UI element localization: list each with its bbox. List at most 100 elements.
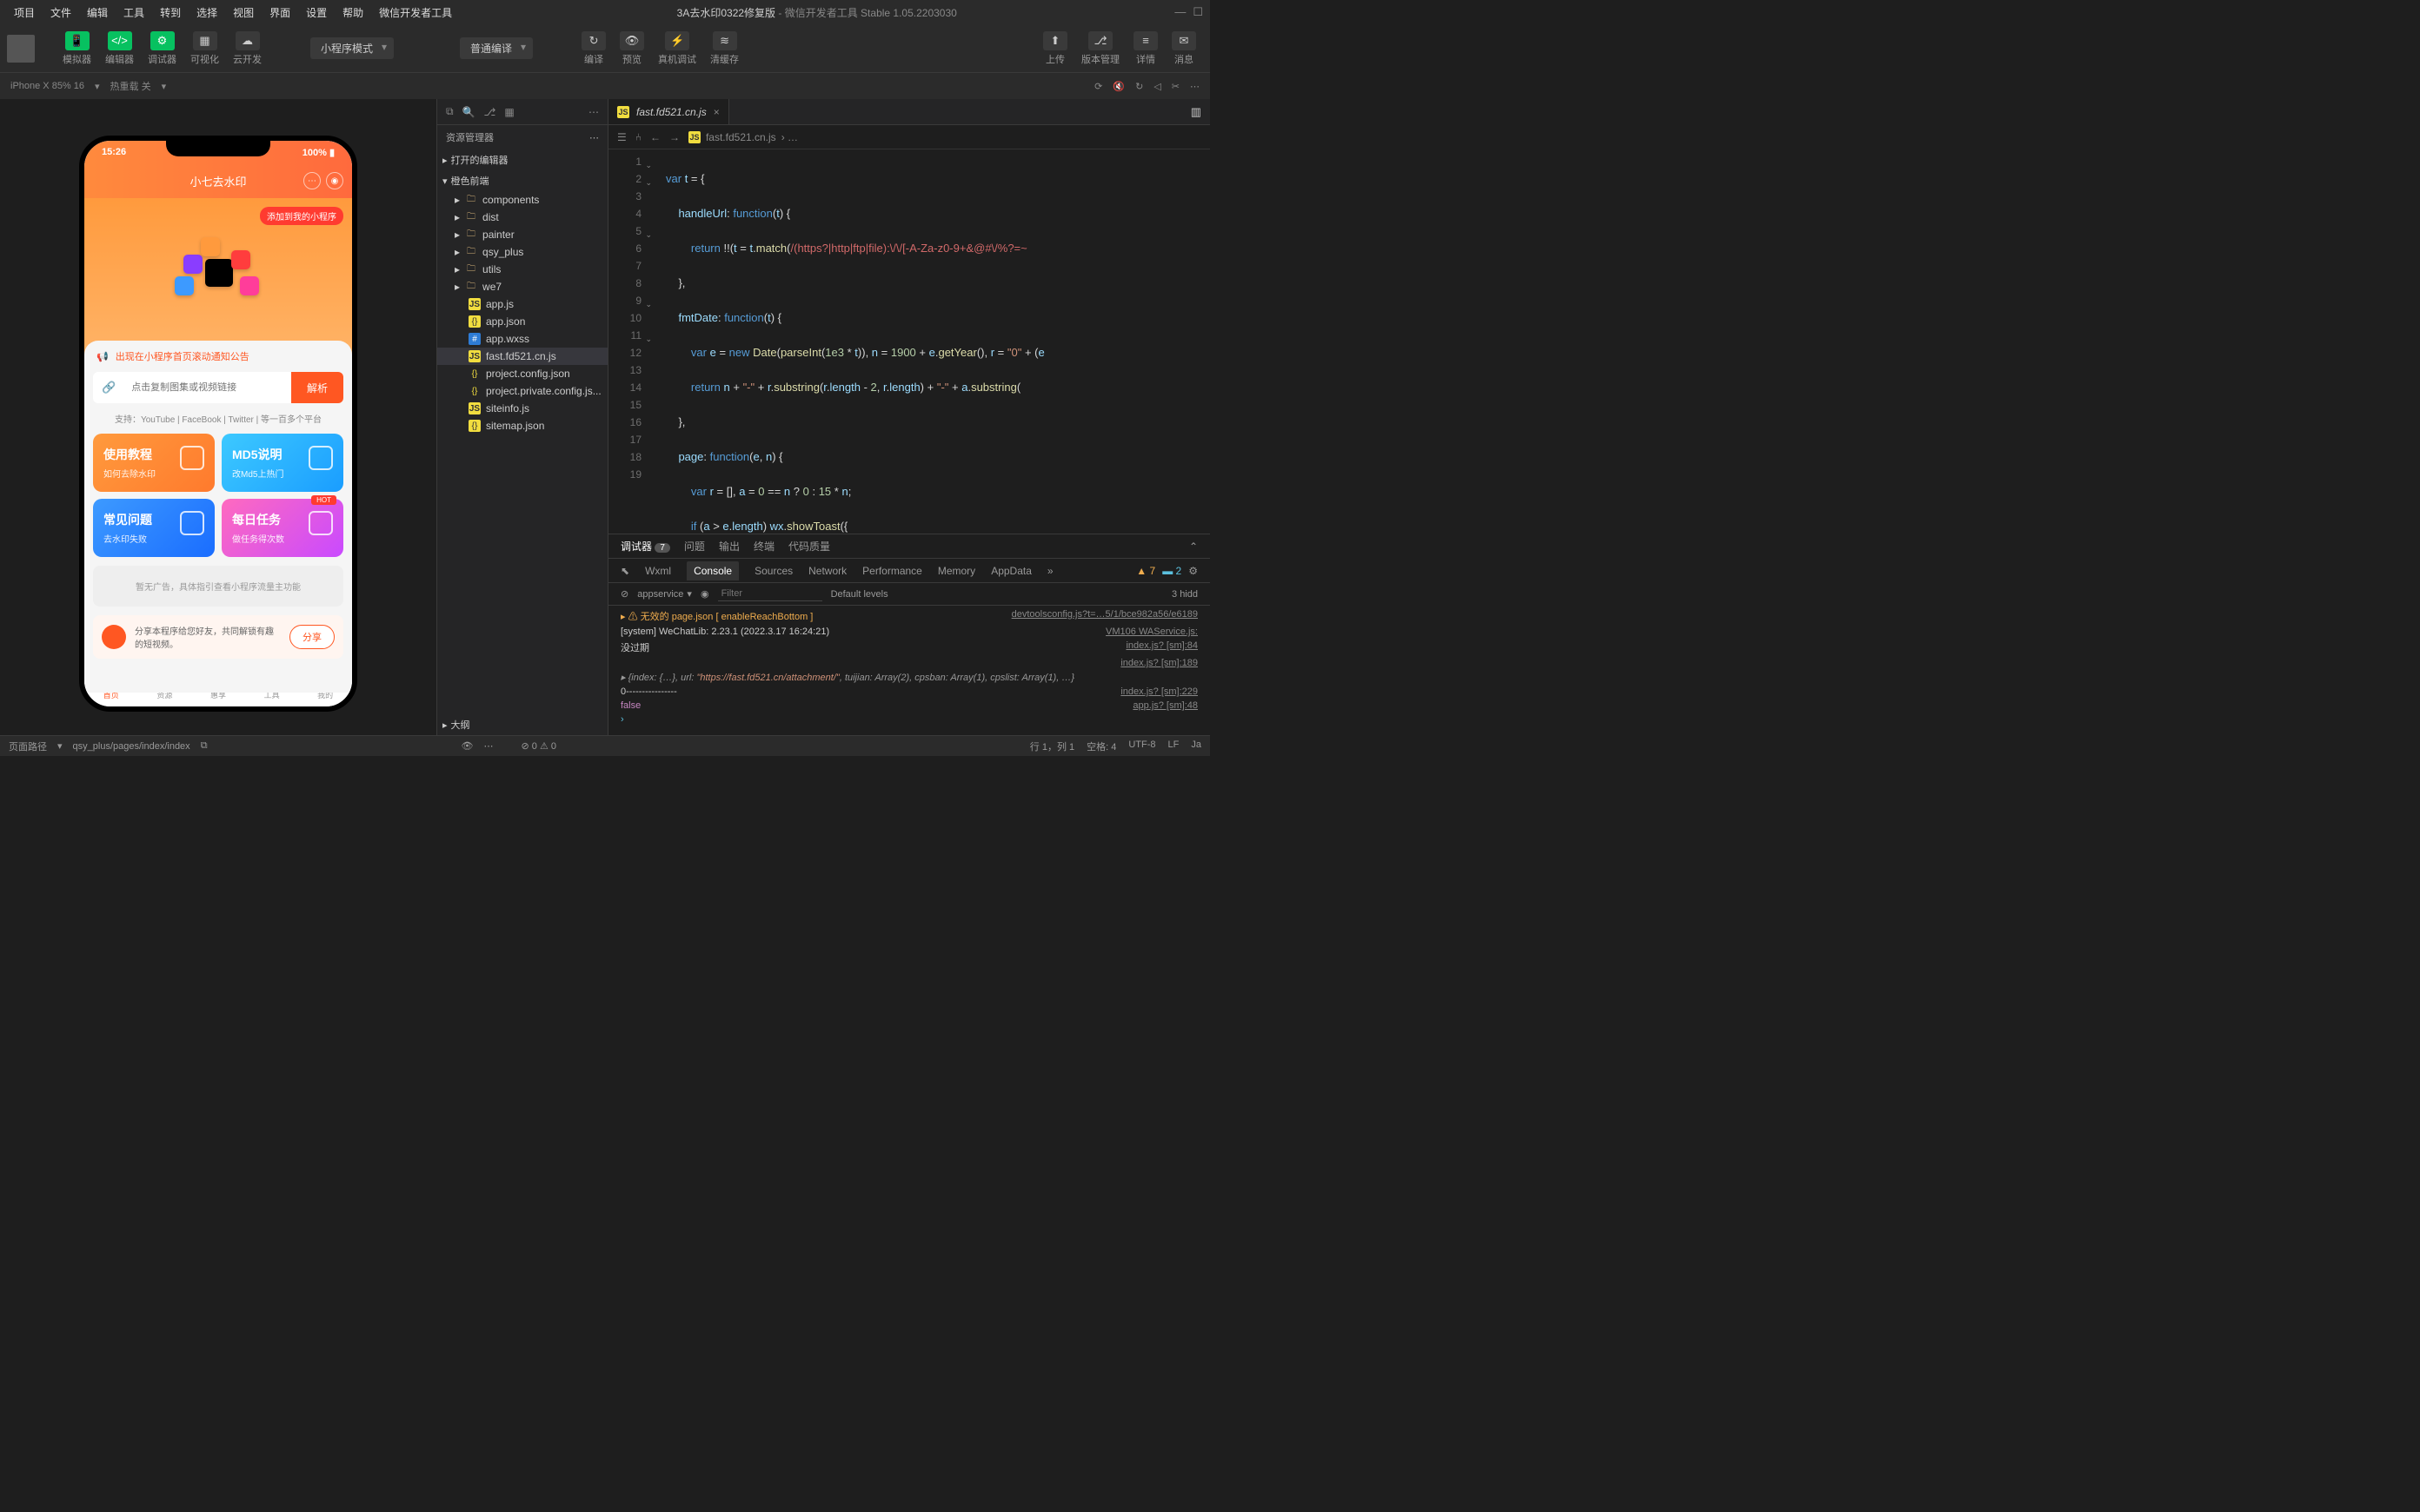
explorer-menu-icon[interactable]: ⋯ <box>589 132 599 143</box>
explorer-icon[interactable]: ⧉ <box>446 105 454 118</box>
file-app-json[interactable]: {}app.json <box>437 313 608 330</box>
extensions-icon[interactable]: ▦ <box>504 106 514 118</box>
capsule-menu-icon[interactable]: ⋯ <box>303 172 321 189</box>
devtab-wxml[interactable]: Wxml <box>645 565 671 577</box>
split-editor-icon[interactable]: ▥ <box>1182 99 1210 124</box>
panel-tab-problems[interactable]: 问题 <box>684 539 705 554</box>
page-path-value[interactable]: qsy_plus/pages/index/index <box>73 741 190 752</box>
cloud-button[interactable]: ☁云开发 <box>226 31 269 66</box>
clear-cache-button[interactable]: ≋清缓存 <box>703 31 746 66</box>
file-project-private-config[interactable]: {}project.private.config.js... <box>437 382 608 400</box>
inspect-icon[interactable]: ⬉ <box>621 565 629 577</box>
console-output[interactable]: ▸ ⚠ 无效的 page.json [ enableReachBottom ]d… <box>608 606 1210 735</box>
editor-tab[interactable]: JS fast.fd521.cn.js × <box>608 99 729 124</box>
cursor-position[interactable]: 行 1，列 1 <box>1030 739 1074 753</box>
devtab-more[interactable]: » <box>1047 565 1054 577</box>
back-icon[interactable]: ◁ <box>1153 81 1160 92</box>
maximize-icon[interactable]: ☐ <box>1193 5 1203 19</box>
file-sitemap[interactable]: {}sitemap.json <box>437 417 608 434</box>
folder-utils[interactable]: ▸ 🗀utils <box>437 261 608 278</box>
open-editors-section[interactable]: ▸ 打开的编辑器 <box>437 149 608 170</box>
avatar[interactable] <box>7 35 35 63</box>
chevron-up-icon[interactable]: ⌃ <box>1189 540 1198 553</box>
visibility-icon[interactable]: 👁 <box>462 740 474 752</box>
menu-project[interactable]: 项目 <box>7 2 42 23</box>
devtab-sources[interactable]: Sources <box>755 565 793 577</box>
more-icon[interactable]: ⋯ <box>1190 81 1200 92</box>
devtab-network[interactable]: Network <box>808 565 847 577</box>
menu-interface[interactable]: 界面 <box>263 2 297 23</box>
project-root[interactable]: ▾ 橙色前端 <box>437 170 608 191</box>
refresh-icon[interactable]: ⟳ <box>1094 81 1102 92</box>
file-app-js[interactable]: JSapp.js <box>437 295 608 313</box>
menu-goto[interactable]: 转到 <box>153 2 188 23</box>
code-editor[interactable]: 1⌄2⌄34 5⌄678 9⌄1011⌄12 13141516 171819 v… <box>608 149 1210 534</box>
devtab-console[interactable]: Console <box>687 561 739 580</box>
debugger-button[interactable]: ⚙调试器 <box>141 31 183 66</box>
settings-icon[interactable]: ⚙ <box>1188 565 1198 577</box>
mute-icon[interactable]: 🔇 <box>1113 81 1125 92</box>
folder-painter[interactable]: ▸ 🗀painter <box>437 226 608 243</box>
mode-dropdown[interactable]: 小程序模式 <box>310 37 394 59</box>
upload-button[interactable]: ⬆上传 <box>1036 31 1074 66</box>
list-icon[interactable]: ☰ <box>617 131 627 143</box>
nav-fwd-icon[interactable]: → <box>669 131 680 143</box>
devtab-performance[interactable]: Performance <box>862 565 922 577</box>
more-actions-icon[interactable]: ⋯ <box>588 106 599 118</box>
device-selector[interactable]: iPhone X 85% 16 <box>10 81 84 91</box>
menu-devtools[interactable]: 微信开发者工具 <box>372 2 459 23</box>
folder-dist[interactable]: ▸ 🗀dist <box>437 209 608 226</box>
detail-button[interactable]: ≡详情 <box>1127 31 1165 66</box>
compile-mode-dropdown[interactable]: 普通编译 <box>460 37 533 59</box>
devtab-memory[interactable]: Memory <box>938 565 975 577</box>
compile-button[interactable]: ↻编译 <box>575 31 613 66</box>
encoding[interactable]: UTF-8 <box>1128 739 1155 753</box>
nav-back-icon[interactable]: ← <box>650 131 661 143</box>
menu-file[interactable]: 文件 <box>43 2 78 23</box>
menu-tool[interactable]: 工具 <box>116 2 151 23</box>
card-daily-task[interactable]: HOT每日任务做任务得次数 <box>222 499 343 557</box>
file-project-config[interactable]: {}project.config.json <box>437 365 608 382</box>
card-md5[interactable]: MD5说明改Md5上热门 <box>222 434 343 492</box>
preview-button[interactable]: 👁预览 <box>613 31 651 66</box>
clear-console-icon[interactable]: ⊘ <box>621 588 628 600</box>
share-button[interactable]: 分享 <box>289 625 335 649</box>
bookmark-icon[interactable]: ⑃ <box>635 131 642 143</box>
rotate-icon[interactable]: ↻ <box>1135 81 1143 92</box>
context-selector[interactable]: appservice ▾ <box>637 588 692 600</box>
file-siteinfo[interactable]: JSsiteinfo.js <box>437 400 608 417</box>
panel-tab-terminal[interactable]: 终端 <box>754 539 775 554</box>
indent-setting[interactable]: 空格: 4 <box>1087 739 1116 753</box>
message-button[interactable]: ✉消息 <box>1165 31 1203 66</box>
info-count[interactable]: ▬ 2 <box>1162 565 1181 577</box>
version-button[interactable]: ⎇版本管理 <box>1074 31 1127 66</box>
eol[interactable]: LF <box>1168 739 1180 753</box>
menu-help[interactable]: 帮助 <box>336 2 370 23</box>
panel-tab-code-quality[interactable]: 代码质量 <box>788 539 830 554</box>
panel-tab-output[interactable]: 输出 <box>719 539 740 554</box>
folder-components[interactable]: ▸ 🗀components <box>437 191 608 209</box>
copy-path-icon[interactable]: ⧉ <box>201 740 208 752</box>
panel-tab-debugger[interactable]: 调试器 7 <box>621 539 670 554</box>
close-tab-icon[interactable]: × <box>714 106 720 118</box>
git-icon[interactable]: ⎇ <box>484 106 496 118</box>
eye-icon[interactable]: ◉ <box>701 588 709 600</box>
language-mode[interactable]: Ja <box>1191 739 1201 753</box>
real-device-button[interactable]: ⚡真机调试 <box>651 31 703 66</box>
card-faq[interactable]: 常见问题去水印失败 <box>93 499 215 557</box>
menu-edit[interactable]: 编辑 <box>80 2 115 23</box>
file-app-wxss[interactable]: #app.wxss <box>437 330 608 348</box>
warning-count[interactable]: ▲ 7 <box>1136 565 1155 577</box>
folder-we7[interactable]: ▸ 🗀we7 <box>437 278 608 295</box>
menu-view[interactable]: 视图 <box>226 2 261 23</box>
search-icon[interactable]: 🔍 <box>462 106 475 118</box>
folder-qsy-plus[interactable]: ▸ 🗀qsy_plus <box>437 243 608 261</box>
menu-select[interactable]: 选择 <box>189 2 224 23</box>
cut-icon[interactable]: ✂ <box>1172 81 1180 92</box>
parse-button[interactable]: 解析 <box>291 372 343 403</box>
console-filter-input[interactable] <box>718 587 822 601</box>
simulator-button[interactable]: 📱模拟器 <box>56 31 98 66</box>
file-fast-fd521[interactable]: JSfast.fd521.cn.js <box>437 348 608 365</box>
visualizer-button[interactable]: ▦可视化 <box>183 31 226 66</box>
devtab-appdata[interactable]: AppData <box>991 565 1032 577</box>
